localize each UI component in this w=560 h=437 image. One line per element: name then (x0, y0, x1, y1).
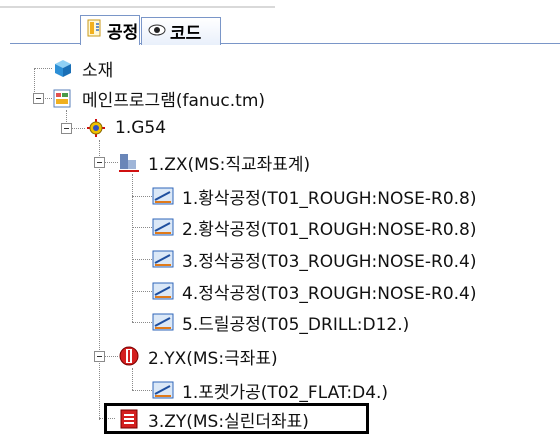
toolpath-icon (152, 311, 174, 333)
tree-connector (34, 68, 52, 69)
tab-process[interactable]: 공정 (80, 15, 140, 45)
coordinate-origin-icon (85, 117, 107, 139)
tree-connector (104, 162, 118, 163)
node-label: 2.황삭공정(T01_ROUGH:NOSE-R0.8) (182, 219, 477, 240)
tree-node-material[interactable]: 소재 (52, 54, 113, 82)
tree-connector (71, 128, 85, 129)
tree-connector (132, 368, 133, 390)
tree-node-zy[interactable]: 3.ZY(MS:실린더좌표) (118, 405, 309, 433)
node-label: 3.정삭공정(T03_ROUGH:NOSE-R0.4) (182, 251, 477, 272)
cube-icon (52, 57, 74, 79)
node-label: 1.G54 (115, 118, 167, 138)
collapse-toggle[interactable] (94, 351, 105, 362)
tree-node-operation[interactable]: 2.황삭공정(T01_ROUGH:NOSE-R0.8) (152, 213, 477, 241)
tab-code[interactable]: 코드 (141, 17, 221, 45)
tab-code-label: 코드 (170, 24, 202, 44)
toolpath-icon (152, 248, 174, 270)
tree-node-operation[interactable]: 4.정삭공정(T03_ROUGH:NOSE-R0.4) (152, 277, 477, 305)
tree-connector (132, 259, 154, 260)
node-label: 2.YX(MS:극좌표) (148, 348, 278, 369)
node-label: 1.ZX(MS:직교좌표계) (148, 154, 311, 175)
tree-connector (99, 140, 100, 420)
tree-node-operation[interactable]: 3.정삭공정(T03_ROUGH:NOSE-R0.4) (152, 245, 477, 273)
node-label: 메인프로그램(fanuc.tm) (82, 90, 266, 111)
machine-icon (118, 151, 140, 173)
node-label: 1.황삭공정(T01_ROUGH:NOSE-R0.8) (182, 188, 477, 209)
collapse-toggle[interactable] (33, 93, 44, 104)
tree-connector (132, 390, 154, 391)
tree-node-operation[interactable]: 1.황삭공정(T01_ROUGH:NOSE-R0.8) (152, 182, 477, 210)
eye-icon (148, 22, 166, 42)
collapse-toggle[interactable] (61, 123, 72, 134)
tree-node-g54[interactable]: 1.G54 (85, 114, 166, 142)
program-icon (52, 87, 74, 109)
cylinder-icon (118, 408, 140, 430)
collapse-toggle[interactable] (94, 157, 105, 168)
tree-node-operation[interactable]: 1.포켓가공(T02_FLAT:D4.) (152, 376, 388, 404)
process-icon (87, 19, 103, 42)
tree-connector (132, 291, 154, 292)
node-label: 5.드릴공정(T05_DRILL:D12.) (182, 314, 410, 335)
toolpath-icon (152, 185, 174, 207)
top-divider (0, 6, 275, 8)
node-label: 3.ZY(MS:실린더좌표) (148, 411, 309, 432)
tree-node-zx[interactable]: 1.ZX(MS:직교좌표계) (118, 148, 310, 176)
node-label: 소재 (82, 60, 114, 81)
tree-node-main-program[interactable]: 메인프로그램(fanuc.tm) (52, 84, 265, 112)
node-label: 1.포켓가공(T02_FLAT:D4.) (182, 382, 389, 403)
toolpath-icon (152, 280, 174, 302)
node-label: 4.정삭공정(T03_ROUGH:NOSE-R0.4) (182, 283, 477, 304)
tree-connector (132, 196, 154, 197)
toolpath-icon (152, 379, 174, 401)
tree-node-operation[interactable]: 5.드릴공정(T05_DRILL:D12.) (152, 308, 409, 336)
tree-connector (132, 322, 154, 323)
tree-connector (104, 356, 118, 357)
toolpath-icon (152, 216, 174, 238)
tab-process-label: 공정 (107, 23, 139, 43)
polar-icon (118, 345, 140, 367)
tree-connector (132, 227, 154, 228)
tab-strip: 공정 코드 (0, 0, 560, 46)
tree-node-yx[interactable]: 2.YX(MS:극좌표) (118, 342, 278, 370)
